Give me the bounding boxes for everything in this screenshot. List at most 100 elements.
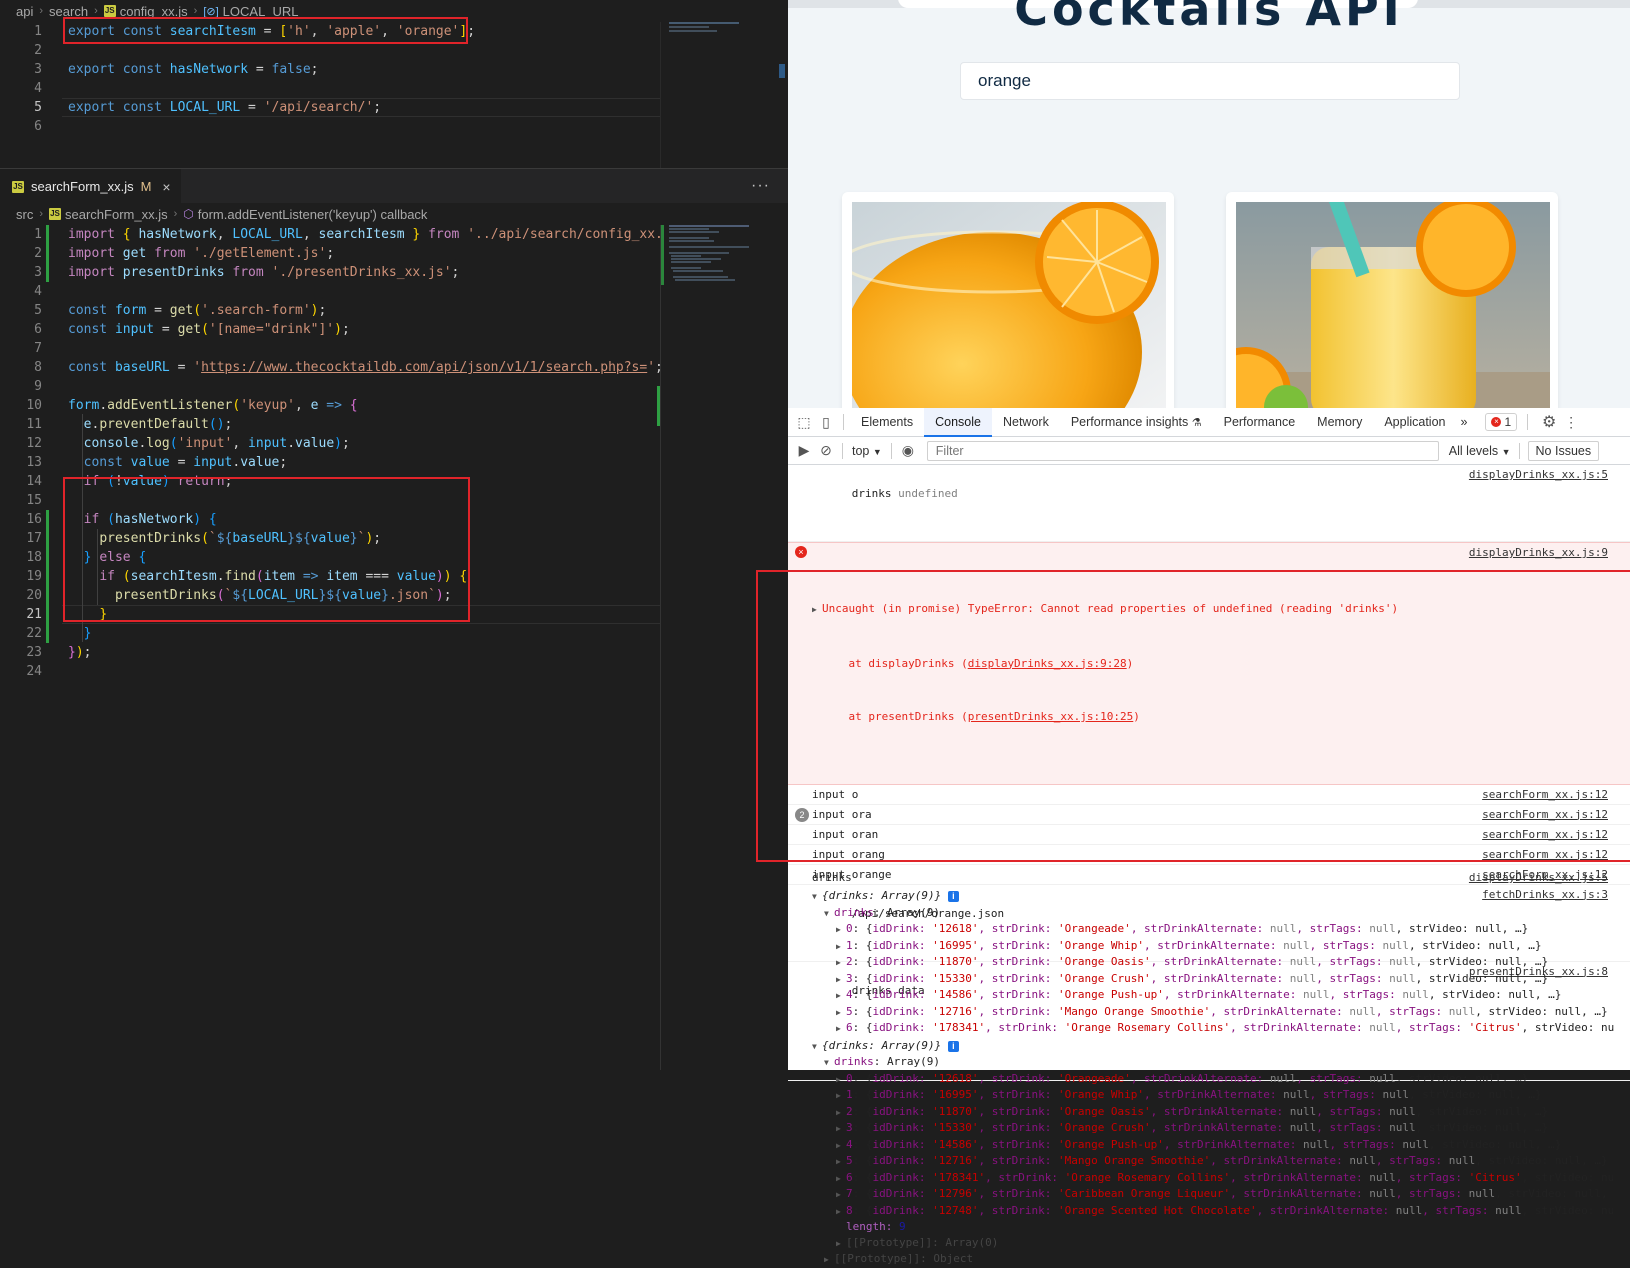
array-item[interactable]: ▶ 2: {idDrink: '11870', strDrink: 'Orange… bbox=[812, 1104, 1630, 1121]
expand-arrow-icon[interactable]: ▶ bbox=[836, 1187, 846, 1203]
expand-arrow-icon[interactable]: ▶ bbox=[836, 1154, 846, 1170]
chevron-right-icon: › bbox=[173, 208, 178, 220]
code-text: e.preventDefault(); bbox=[83, 417, 233, 432]
array-item[interactable]: ▶ 5: {idDrink: '12716', strDrink: 'Mango … bbox=[812, 1153, 1630, 1170]
breadcrumb-item[interactable]: searchForm_xx.js bbox=[65, 207, 168, 222]
tab-elements[interactable]: Elements bbox=[850, 408, 924, 437]
line-number: 6 bbox=[34, 322, 42, 337]
expand-arrow-icon[interactable]: ▶ bbox=[836, 1236, 846, 1252]
expand-arrow-icon[interactable]: ▶ bbox=[836, 955, 846, 971]
highlight-box bbox=[63, 477, 470, 622]
clear-console-icon[interactable]: ⊘ bbox=[815, 441, 837, 461]
expand-arrow-icon[interactable]: ▼ bbox=[824, 1055, 834, 1071]
object-property[interactable]: ▼ drinks: Array(9) bbox=[812, 905, 1630, 922]
array-item[interactable]: ▶ 1: {idDrink: '16995', strDrink: 'Orange… bbox=[812, 938, 1630, 955]
line-number: 20 bbox=[26, 588, 42, 603]
context-selector[interactable]: top ▼ bbox=[848, 444, 886, 458]
tab-performance[interactable]: Performance bbox=[1213, 408, 1307, 437]
js-file-icon: JS bbox=[103, 5, 116, 17]
device-toolbar-icon[interactable]: ▯ bbox=[815, 412, 837, 432]
expand-arrow-icon[interactable]: ▶ bbox=[836, 939, 846, 955]
tab-memory[interactable]: Memory bbox=[1306, 408, 1373, 437]
gear-icon[interactable]: ⚙ bbox=[1538, 412, 1560, 432]
minimap[interactable] bbox=[660, 22, 788, 168]
expand-arrow-icon[interactable]: ▶ bbox=[836, 1138, 846, 1154]
array-item[interactable]: ▶ 5: {idDrink: '12716', strDrink: 'Mango … bbox=[812, 1004, 1630, 1021]
breadcrumb-item[interactable]: src bbox=[16, 207, 33, 222]
expand-arrow-icon[interactable]: ▶ bbox=[836, 1121, 846, 1137]
object-root[interactable]: ▼ {drinks: Array(9)} i bbox=[812, 888, 1630, 905]
drink-card[interactable] bbox=[842, 192, 1174, 408]
code-editor: api › search › JS config_xx.js › [⊘] LOC… bbox=[0, 0, 788, 1070]
expand-arrow-icon[interactable]: ▶ bbox=[836, 922, 846, 938]
source-link[interactable]: displayDrinks_xx.js:5 bbox=[1469, 465, 1608, 484]
expand-arrow-icon[interactable]: ▶ bbox=[836, 1072, 846, 1088]
issues-button[interactable]: No Issues bbox=[1527, 440, 1600, 461]
expand-arrow-icon[interactable]: ▶ bbox=[836, 1021, 846, 1037]
search-input[interactable]: orange bbox=[960, 62, 1460, 100]
array-item[interactable]: ▶ 6: {idDrink: '178341', strDrink: 'Orang… bbox=[812, 1170, 1630, 1187]
line-number: 4 bbox=[34, 81, 42, 96]
close-icon[interactable]: × bbox=[162, 179, 170, 195]
log-levels-dropdown[interactable]: All levels ▼ bbox=[1449, 444, 1511, 458]
object-root[interactable]: ▼ {drinks: Array(9)} i bbox=[812, 1038, 1630, 1055]
eye-icon[interactable]: ◉ bbox=[897, 441, 919, 461]
array-item[interactable]: ▶ 1: {idDrink: '16995', strDrink: 'Orange… bbox=[812, 1087, 1630, 1104]
source-link[interactable]: displayDrinks_xx.js:5 bbox=[1469, 868, 1608, 887]
array-item[interactable]: ▶ 4: {idDrink: '14586', strDrink: 'Orange… bbox=[812, 1137, 1630, 1154]
array-item[interactable]: ▶ 8: {idDrink: '12748', strDrink: 'Orange… bbox=[812, 1203, 1630, 1220]
expand-arrow-icon[interactable]: ▶ bbox=[836, 1088, 846, 1104]
prototype-entry[interactable]: ▶ [[Prototype]]: Object bbox=[812, 1251, 1630, 1268]
array-item[interactable]: ▶ 6: {idDrink: '178341', strDrink: 'Orang… bbox=[812, 1020, 1630, 1037]
kebab-menu-icon[interactable]: ⋮ bbox=[1560, 412, 1582, 432]
console-output-lower[interactable]: drinks displayDrinks_xx.js:5 ▼ {drinks: Arr… bbox=[788, 868, 1630, 1037]
line-number: 6 bbox=[34, 119, 42, 134]
tab-performance-insights[interactable]: Performance insights ⚗ bbox=[1060, 408, 1213, 437]
object-tree[interactable]: ▼ {drinks: Array(9)} i ▼ drinks: Array(9) ▶ 0… bbox=[788, 1038, 1630, 1265]
object-property[interactable]: ▼ drinks: Array(9) bbox=[812, 1054, 1630, 1071]
array-item[interactable]: ▶ 3: {idDrink: '15330', strDrink: 'Orange… bbox=[812, 971, 1630, 988]
editor-pane-searchform: JS searchForm_xx.js M × ··· src › JS sea… bbox=[0, 168, 788, 1070]
expand-arrow-icon[interactable]: ▶ bbox=[824, 1252, 834, 1268]
tab-application[interactable]: Application bbox=[1373, 408, 1456, 437]
line-number: 1 bbox=[34, 24, 42, 39]
inspect-element-icon[interactable]: ⬚ bbox=[793, 412, 815, 432]
array-item[interactable]: ▶ 3: {idDrink: '15330', strDrink: 'Orange… bbox=[812, 1120, 1630, 1137]
flask-icon: ⚗ bbox=[1191, 416, 1202, 429]
array-item[interactable]: ▶ 0: {idDrink: '12618', strDrink: 'Orange… bbox=[812, 921, 1630, 938]
object-tree[interactable]: ▼ {drinks: Array(9)} i ▼ drinks: Array(9) ▶ 0… bbox=[788, 888, 1630, 1037]
drink-card[interactable] bbox=[1226, 192, 1558, 408]
expand-arrow-icon[interactable]: ▼ bbox=[824, 906, 834, 922]
prototype-entry[interactable]: ▶ [[Prototype]]: Array(0) bbox=[812, 1235, 1630, 1252]
line-number: 24 bbox=[26, 664, 42, 679]
array-item[interactable]: ▶ 0: {idDrink: '12618', strDrink: 'Orange… bbox=[812, 1071, 1630, 1088]
tab-console[interactable]: Console bbox=[924, 407, 992, 437]
array-item[interactable]: ▶ 7: {idDrink: '12796', strDrink: 'Caribb… bbox=[812, 1186, 1630, 1203]
array-item[interactable]: ▶ 2: {idDrink: '11870', strDrink: 'Orange… bbox=[812, 954, 1630, 971]
expand-arrow-icon[interactable]: ▶ bbox=[836, 1005, 846, 1021]
sidebar-toggle-icon[interactable]: ▶ bbox=[793, 441, 815, 461]
git-change-marker bbox=[46, 244, 49, 263]
highlight-box bbox=[756, 570, 1630, 862]
drink-image bbox=[1236, 202, 1550, 408]
more-actions-icon[interactable]: ··· bbox=[751, 177, 770, 195]
breadcrumb-item[interactable]: form.addEventListener('keyup') callback bbox=[198, 207, 428, 222]
expand-arrow-icon[interactable]: ▶ bbox=[836, 1105, 846, 1121]
filter-input[interactable]: Filter bbox=[926, 440, 1439, 461]
error-count-badge[interactable]: × 1 bbox=[1485, 413, 1518, 431]
more-tabs-icon[interactable]: » bbox=[1456, 408, 1471, 437]
expand-arrow-icon[interactable]: ▼ bbox=[812, 1039, 822, 1055]
expand-arrow-icon[interactable]: ▶ bbox=[836, 1171, 846, 1187]
expand-arrow-icon[interactable]: ▶ bbox=[836, 988, 846, 1004]
breadcrumb-item[interactable]: api bbox=[16, 4, 33, 19]
source-link[interactable]: displayDrinks_xx.js:9 bbox=[1469, 543, 1608, 562]
modified-indicator: M bbox=[140, 179, 152, 194]
expand-arrow-icon[interactable]: ▶ bbox=[836, 972, 846, 988]
expand-arrow-icon[interactable]: ▶ bbox=[836, 1204, 846, 1220]
tab-searchform[interactable]: JS searchForm_xx.js M × bbox=[0, 168, 181, 204]
scrollbar-thumb[interactable] bbox=[779, 64, 785, 78]
array-item[interactable]: ▶ 4: {idDrink: '14586', strDrink: 'Orange… bbox=[812, 987, 1630, 1004]
scroll-diff-marker bbox=[657, 386, 660, 426]
expand-arrow-icon[interactable]: ▼ bbox=[812, 889, 822, 905]
tab-network[interactable]: Network bbox=[992, 408, 1060, 437]
